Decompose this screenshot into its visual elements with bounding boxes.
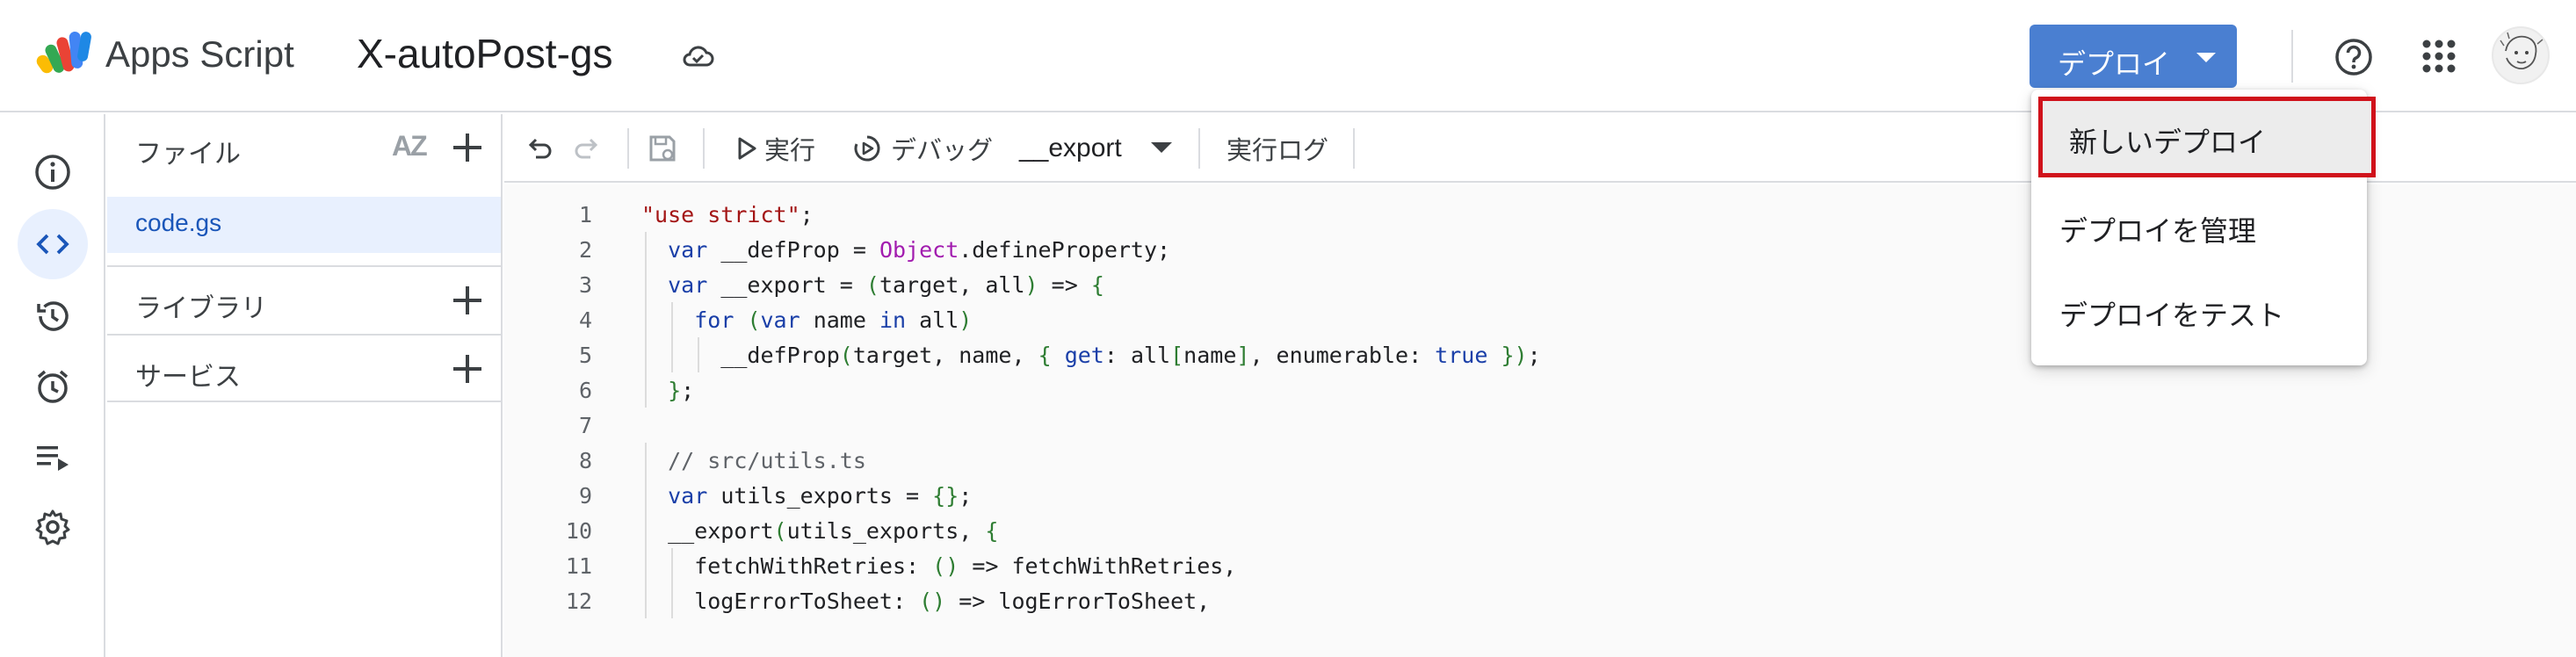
left-nav-rail: [0, 114, 105, 657]
line-number: 1: [578, 202, 592, 227]
line-number: 8: [578, 448, 592, 473]
menu-item-label: デプロイを管理: [2059, 215, 2257, 247]
debug-icon: [854, 135, 880, 162]
code-icon: [36, 234, 69, 255]
code-line: 9 var utils_exports = {};: [504, 478, 2576, 513]
project-settings-button[interactable]: [18, 492, 88, 562]
code-text: "use strict";: [641, 202, 814, 227]
editor-button[interactable]: [18, 209, 88, 279]
deploy-menu: 新しいデプロイ デプロイを管理 デプロイをテスト: [2031, 90, 2376, 365]
code-text: var __defProp = Object.defineProperty;: [668, 237, 1171, 263]
files-panel: ファイル AZ code.gs ライブラリ サービス: [107, 114, 503, 657]
line-number: 12: [565, 588, 592, 614]
services-section: サービス: [107, 334, 501, 402]
debug-label: デバッグ: [891, 137, 994, 165]
app-name: Apps Script: [105, 33, 294, 75]
toolbar-divider: [1198, 128, 1200, 169]
header-divider: [2291, 30, 2293, 83]
files-title: ファイル: [135, 140, 241, 169]
test-deployments-menu-item[interactable]: デプロイをテスト: [2031, 271, 2367, 351]
toolbar-divider: [627, 128, 629, 169]
gear-icon: [35, 509, 70, 545]
deploy-button-label: デプロイ: [2058, 48, 2171, 80]
info-icon: [35, 155, 70, 190]
code-line: 10 __export(utils_exports, {: [504, 513, 2576, 548]
run-label: 実行: [764, 137, 816, 165]
undo-icon: [528, 138, 552, 159]
menu-item-label: 新しいデプロイ: [2069, 126, 2267, 158]
line-number: 9: [578, 483, 592, 509]
line-number: 7: [578, 413, 592, 438]
code-text: // src/utils.ts: [641, 448, 866, 473]
code-text: var utils_exports = {};: [668, 483, 973, 509]
toolbar-divider: [703, 128, 705, 169]
line-number: 11: [565, 553, 592, 579]
function-select-chevron-icon[interactable]: [1151, 142, 1172, 153]
avatar[interactable]: [2492, 26, 2550, 84]
avatar-sketch-icon: [2500, 32, 2543, 69]
manage-deployments-menu-item[interactable]: デプロイを管理: [2031, 186, 2367, 267]
save-icon: [649, 135, 676, 162]
line-number: 6: [578, 378, 592, 403]
history-icon: [37, 301, 69, 331]
file-name: code.gs: [135, 209, 222, 236]
debug-button[interactable]: デバッグ: [852, 130, 993, 167]
files-header: ファイル AZ: [107, 114, 501, 181]
services-title: サービス: [135, 363, 241, 392]
save-button[interactable]: [647, 130, 678, 167]
code-text: var __export = (target, all) => {: [668, 272, 1104, 298]
line-number: 4: [578, 307, 592, 333]
code-line: 11 fetchWithRetries: () => fetchWithRetr…: [504, 548, 2576, 583]
function-select-value: __export: [1019, 134, 1122, 162]
code-text: __defProp(target, name, { get: all[name]…: [641, 343, 1541, 368]
line-number: 3: [578, 272, 592, 298]
code-line: 6 };: [504, 372, 2576, 408]
line-number: 10: [565, 518, 592, 544]
code-text: };: [668, 378, 695, 403]
help-icon[interactable]: [2334, 37, 2374, 77]
add-file-icon[interactable]: [450, 130, 485, 165]
new-deployment-menu-item[interactable]: 新しいデプロイ: [2038, 97, 2376, 177]
deploy-button[interactable]: デプロイ: [2030, 25, 2237, 88]
add-service-icon[interactable]: [450, 351, 485, 386]
toolbar-divider: [1353, 128, 1355, 169]
line-number: 5: [578, 343, 592, 368]
alarm-icon: [37, 370, 69, 403]
redo-button[interactable]: [571, 130, 603, 167]
libraries-title: ライブラリ: [135, 294, 267, 323]
google-apps-icon[interactable]: [2421, 39, 2457, 74]
menu-item-label: デプロイをテスト: [2059, 300, 2285, 331]
add-library-icon[interactable]: [450, 283, 485, 318]
code-line: 12 logErrorToSheet: () => logErrorToShee…: [504, 583, 2576, 618]
run-button[interactable]: 実行: [734, 130, 815, 167]
code-line: 8 // src/utils.ts: [504, 443, 2576, 478]
overview-button[interactable]: [18, 137, 88, 207]
code-text: for (var name in all): [694, 307, 973, 333]
triggers-button[interactable]: [18, 351, 88, 422]
project-title[interactable]: X-autoPost-gs: [357, 30, 612, 77]
play-icon: [738, 137, 756, 160]
code-text: fetchWithRetries: () => fetchWithRetries…: [641, 553, 1237, 579]
undo-button[interactable]: [524, 130, 555, 167]
executions-button[interactable]: [18, 422, 88, 492]
redo-icon: [575, 138, 598, 159]
execution-log-label: 実行ログ: [1226, 137, 1329, 165]
apps-script-logo-icon[interactable]: [35, 28, 97, 77]
libraries-section: ライブラリ: [107, 265, 501, 334]
execution-log-button[interactable]: 実行ログ: [1226, 130, 1328, 167]
sort-az-icon[interactable]: AZ: [392, 130, 428, 162]
file-item-code-gs[interactable]: code.gs: [107, 197, 501, 253]
code-line: 7: [504, 408, 2576, 443]
chevron-down-icon: [2196, 53, 2216, 62]
executions-icon: [37, 446, 69, 471]
code-text: __export(utils_exports, {: [641, 518, 999, 544]
project-history-button[interactable]: [18, 281, 88, 351]
line-number: 2: [578, 237, 592, 263]
cloud-sync-icon: [683, 46, 714, 67]
function-select[interactable]: __export: [1019, 130, 1122, 167]
code-text: logErrorToSheet: () => logErrorToSheet,: [641, 588, 1211, 614]
